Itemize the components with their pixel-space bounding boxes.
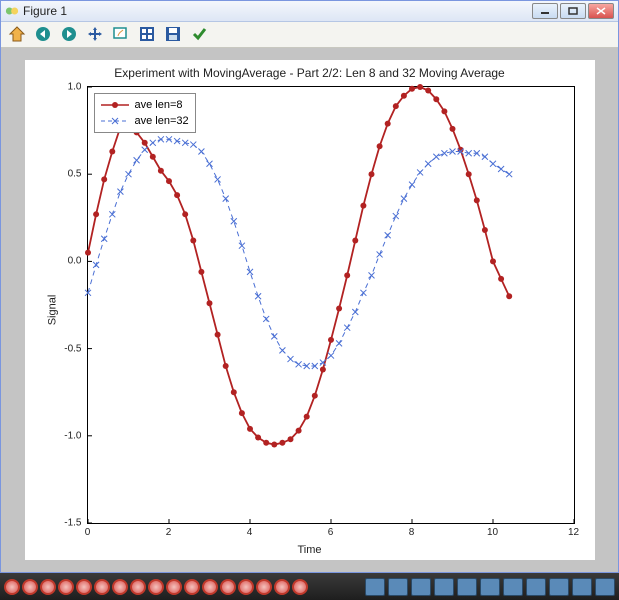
forward-icon[interactable] [59,24,79,44]
close-button[interactable] [588,3,614,19]
edit-icon[interactable] [189,24,209,44]
window-buttons [532,3,614,19]
taskbar-item[interactable] [94,579,110,595]
chart-title: Experiment with MovingAverage - Part 2/2… [25,66,595,80]
figure-canvas-area: Experiment with MovingAverage - Part 2/2… [1,48,618,572]
taskbar-item[interactable] [184,579,200,595]
zoom-icon[interactable] [111,24,131,44]
x-tick-label: 12 [568,527,579,538]
taskbar-item[interactable] [4,579,20,595]
x-tick-label: 6 [328,527,334,538]
app-icon [5,4,19,18]
matplotlib-toolbar [1,22,618,48]
legend-entry-1: ave len=32 [101,113,189,129]
taskbar-item[interactable] [256,579,272,595]
taskbar-item[interactable] [220,579,236,595]
y-tick-label: -0.5 [64,343,81,354]
tray-icon[interactable] [388,578,408,596]
tray-icon[interactable] [480,578,500,596]
tray-icon[interactable] [434,578,454,596]
taskbar-item[interactable] [202,579,218,595]
taskbar-item[interactable] [76,579,92,595]
tray-icon[interactable] [595,578,615,596]
maximize-button[interactable] [560,3,586,19]
tray-icon[interactable] [549,578,569,596]
os-taskbar[interactable] [0,573,619,600]
taskbar-item[interactable] [40,579,56,595]
tray-icon[interactable] [526,578,546,596]
legend-swatch-1 [101,115,129,127]
tray-icon[interactable] [572,578,592,596]
taskbar-item[interactable] [238,579,254,595]
y-tick-label: -1.0 [64,430,81,441]
x-tick-label: 2 [166,527,172,538]
x-tick-label: 10 [487,527,498,538]
tray-icon[interactable] [503,578,523,596]
legend-label-1: ave len=32 [135,115,189,127]
minimize-button[interactable] [532,3,558,19]
taskbar-item[interactable] [166,579,182,595]
x-tick-label: 0 [85,527,91,538]
x-tick-label: 8 [409,527,415,538]
window-title: Figure 1 [23,4,532,18]
tray-icon[interactable] [365,578,385,596]
back-icon[interactable] [33,24,53,44]
tray-icon[interactable] [411,578,431,596]
taskbar-item[interactable] [292,579,308,595]
taskbar-item[interactable] [130,579,146,595]
taskbar-item[interactable] [22,579,38,595]
subplots-icon[interactable] [137,24,157,44]
figure: Experiment with MovingAverage - Part 2/2… [25,60,595,560]
chart-legend: ave len=8 ave len=32 [94,93,196,133]
taskbar-tray [365,578,615,596]
x-axis-label: Time [25,544,595,556]
save-icon[interactable] [163,24,183,44]
y-tick-label: -1.5 [64,518,81,529]
pan-icon[interactable] [85,24,105,44]
taskbar-item[interactable] [112,579,128,595]
tray-icon[interactable] [457,578,477,596]
taskbar-item[interactable] [148,579,164,595]
y-axis-label: Signal [46,295,58,326]
figure-window: Figure 1 Experiment with MovingAverage -… [0,0,619,573]
legend-swatch-0 [101,99,129,111]
y-tick-label: 0.0 [68,256,82,267]
y-tick-label: 0.5 [68,169,82,180]
legend-entry-0: ave len=8 [101,97,189,113]
title-bar[interactable]: Figure 1 [1,1,618,22]
chart-axes[interactable]: ave len=8 ave len=32 024681012-1.5-1.0-0… [87,86,575,524]
chart-plot-area [88,87,574,523]
y-tick-label: 1.0 [68,82,82,93]
x-tick-label: 4 [247,527,253,538]
legend-label-0: ave len=8 [135,99,183,111]
taskbar-item[interactable] [274,579,290,595]
home-icon[interactable] [7,24,27,44]
taskbar-item[interactable] [58,579,74,595]
